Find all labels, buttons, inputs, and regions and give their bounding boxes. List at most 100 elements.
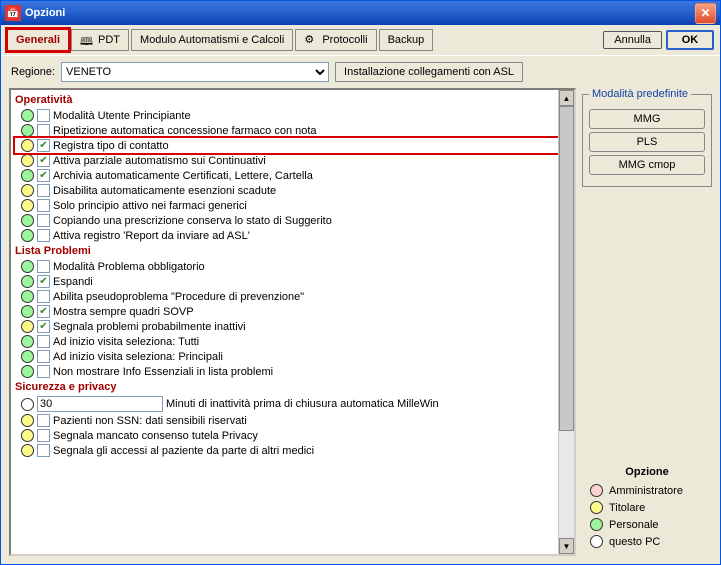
level-icon bbox=[21, 275, 34, 288]
level-icon bbox=[21, 398, 34, 411]
legend-questopc: questo PC bbox=[609, 536, 660, 548]
checkbox[interactable] bbox=[37, 290, 50, 303]
checkbox[interactable]: ✔ bbox=[37, 275, 50, 288]
level-icon bbox=[21, 124, 34, 137]
checkbox[interactable] bbox=[37, 184, 50, 197]
section-lista-problemi: Lista Problemi bbox=[15, 243, 572, 259]
preset-legend: Modalità predefinite bbox=[589, 88, 691, 100]
level-icon bbox=[21, 229, 34, 242]
list-item: ✔ Mostra sempre quadri SOVP bbox=[15, 304, 572, 319]
region-select[interactable]: VENETO bbox=[61, 62, 329, 82]
circle-icon bbox=[590, 518, 603, 531]
checkbox[interactable] bbox=[37, 229, 50, 242]
checkbox[interactable] bbox=[37, 335, 50, 348]
checkbox[interactable] bbox=[37, 429, 50, 442]
item-label: Espandi bbox=[53, 276, 93, 288]
window-title: Opzioni bbox=[25, 7, 695, 19]
legend-titolare: Titolare bbox=[609, 502, 645, 514]
item-label: Ad inizio visita seleziona: Principali bbox=[53, 351, 223, 363]
level-icon bbox=[21, 184, 34, 197]
inactivity-minutes-input[interactable] bbox=[37, 396, 163, 412]
level-icon bbox=[21, 305, 34, 318]
close-button[interactable]: ✕ bbox=[695, 3, 716, 24]
item-label: Modalità Problema obbligatorio bbox=[53, 261, 205, 273]
checkbox[interactable]: ✔ bbox=[37, 305, 50, 318]
options-list[interactable]: Operatività Modalità Utente Principiante… bbox=[9, 88, 576, 556]
list-item: ✔ Espandi bbox=[15, 274, 572, 289]
list-item: Disabilita automaticamente esenzioni sca… bbox=[15, 183, 572, 198]
list-item: Minuti di inattività prima di chiusura a… bbox=[15, 395, 572, 413]
list-item: Attiva registro 'Report da inviare ad AS… bbox=[15, 228, 572, 243]
item-label: Attiva registro 'Report da inviare ad AS… bbox=[53, 230, 250, 242]
level-icon bbox=[21, 365, 34, 378]
item-label: Segnala mancato consenso tutela Privacy bbox=[53, 430, 258, 442]
tab-generali[interactable]: Generali bbox=[7, 29, 69, 51]
checkbox[interactable] bbox=[37, 260, 50, 273]
tab-generali-label: Generali bbox=[16, 34, 60, 46]
preset-mmg-button[interactable]: MMG bbox=[589, 109, 705, 129]
item-label: Segnala problemi probabilmente inattivi bbox=[53, 321, 246, 333]
item-label: Archivia automaticamente Certificati, Le… bbox=[53, 170, 313, 182]
item-label: Mostra sempre quadri SOVP bbox=[53, 306, 194, 318]
list-item-registra-contatto: ✔ Registra tipo di contatto bbox=[15, 138, 572, 153]
checkbox[interactable]: ✔ bbox=[37, 320, 50, 333]
level-icon bbox=[21, 214, 34, 227]
legend-personale: Personale bbox=[609, 519, 659, 531]
tab-modulo[interactable]: Modulo Automatismi e Calcoli bbox=[131, 29, 293, 51]
list-item: Abilita pseudoproblema "Procedure di pre… bbox=[15, 289, 572, 304]
level-icon bbox=[21, 320, 34, 333]
tab-pdt-label: PDT bbox=[98, 34, 120, 46]
checkbox[interactable] bbox=[37, 199, 50, 212]
level-icon bbox=[21, 444, 34, 457]
item-label: Attiva parziale automatismo sui Continua… bbox=[53, 155, 266, 167]
checkbox[interactable] bbox=[37, 124, 50, 137]
scroll-down-icon[interactable]: ▼ bbox=[559, 538, 574, 554]
checkbox[interactable] bbox=[37, 414, 50, 427]
level-icon bbox=[21, 139, 34, 152]
preset-group: Modalità predefinite MMG PLS MMG cmop bbox=[582, 88, 712, 187]
scrollbar[interactable]: ▲ ▼ bbox=[558, 90, 574, 554]
list-item: Segnala mancato consenso tutela Privacy bbox=[15, 428, 572, 443]
preset-pls-button[interactable]: PLS bbox=[589, 132, 705, 152]
checkbox[interactable] bbox=[37, 109, 50, 122]
checkbox[interactable] bbox=[37, 444, 50, 457]
ok-button[interactable]: OK bbox=[666, 30, 714, 50]
region-label: Regione: bbox=[11, 66, 55, 78]
list-item: Non mostrare Info Essenziali in lista pr… bbox=[15, 364, 572, 379]
level-icon bbox=[21, 335, 34, 348]
checkbox[interactable] bbox=[37, 365, 50, 378]
item-label: Non mostrare Info Essenziali in lista pr… bbox=[53, 366, 273, 378]
checkbox[interactable]: ✔ bbox=[37, 169, 50, 182]
item-label: Solo principio attivo nei farmaci generi… bbox=[53, 200, 247, 212]
list-item: ✔ Segnala problemi probabilmente inattiv… bbox=[15, 319, 572, 334]
item-label: Pazienti non SSN: dati sensibili riserva… bbox=[53, 415, 247, 427]
checkbox[interactable]: ✔ bbox=[37, 139, 50, 152]
scroll-thumb[interactable] bbox=[559, 106, 574, 431]
list-item: ✔ Archivia automaticamente Certificati, … bbox=[15, 168, 572, 183]
cancel-button[interactable]: Annulla bbox=[603, 31, 662, 49]
checkbox[interactable] bbox=[37, 214, 50, 227]
tab-backup-label: Backup bbox=[388, 34, 425, 46]
item-label: Copiando una prescrizione conserva lo st… bbox=[53, 215, 332, 227]
item-label: Segnala gli accessi al paziente da parte… bbox=[53, 445, 314, 457]
scroll-up-icon[interactable]: ▲ bbox=[559, 90, 574, 106]
circle-icon bbox=[590, 535, 603, 548]
level-icon bbox=[21, 169, 34, 182]
checkbox[interactable]: ✔ bbox=[37, 154, 50, 167]
section-sicurezza: Sicurezza e privacy bbox=[15, 379, 572, 395]
tab-protocolli-label: Protocolli bbox=[322, 34, 367, 46]
checkbox[interactable] bbox=[37, 350, 50, 363]
asl-install-button[interactable]: Installazione collegamenti con ASL bbox=[335, 62, 523, 82]
preset-mmg-cmop-button[interactable]: MMG cmop bbox=[589, 155, 705, 175]
level-icon bbox=[21, 429, 34, 442]
list-item: ✔ Attiva parziale automatismo sui Contin… bbox=[15, 153, 572, 168]
level-icon bbox=[21, 109, 34, 122]
tab-pdt[interactable]: 🕮 PDT bbox=[71, 29, 129, 51]
legend-title: Opzione bbox=[584, 466, 710, 478]
tab-backup[interactable]: Backup bbox=[379, 29, 434, 51]
tab-protocolli[interactable]: ⚙ Protocolli bbox=[295, 29, 376, 51]
level-icon bbox=[21, 199, 34, 212]
level-icon bbox=[21, 290, 34, 303]
item-label: Ripetizione automatica concessione farma… bbox=[53, 125, 317, 137]
item-label: Modalità Utente Principiante bbox=[53, 110, 191, 122]
